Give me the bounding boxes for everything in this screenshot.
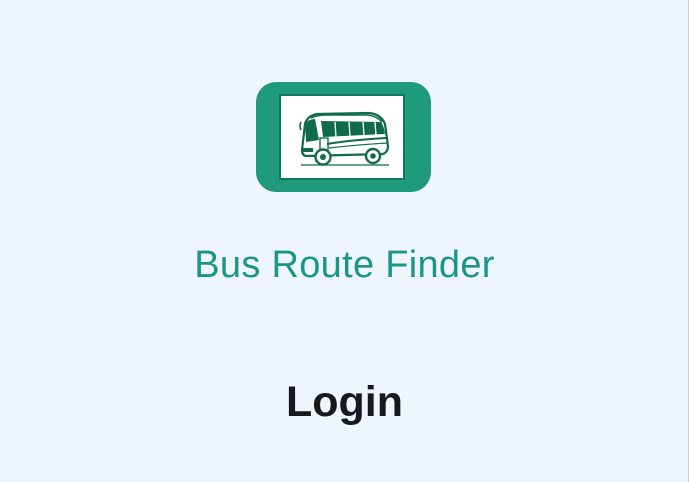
app-title: Bus Route Finder [194,244,495,286]
login-screen: Bus Route Finder Login [0,0,689,482]
logo-inner-frame [275,90,411,184]
app-logo [256,82,431,192]
bus-icon [299,111,390,166]
logo-card [279,94,405,180]
login-heading: Login [285,378,403,426]
